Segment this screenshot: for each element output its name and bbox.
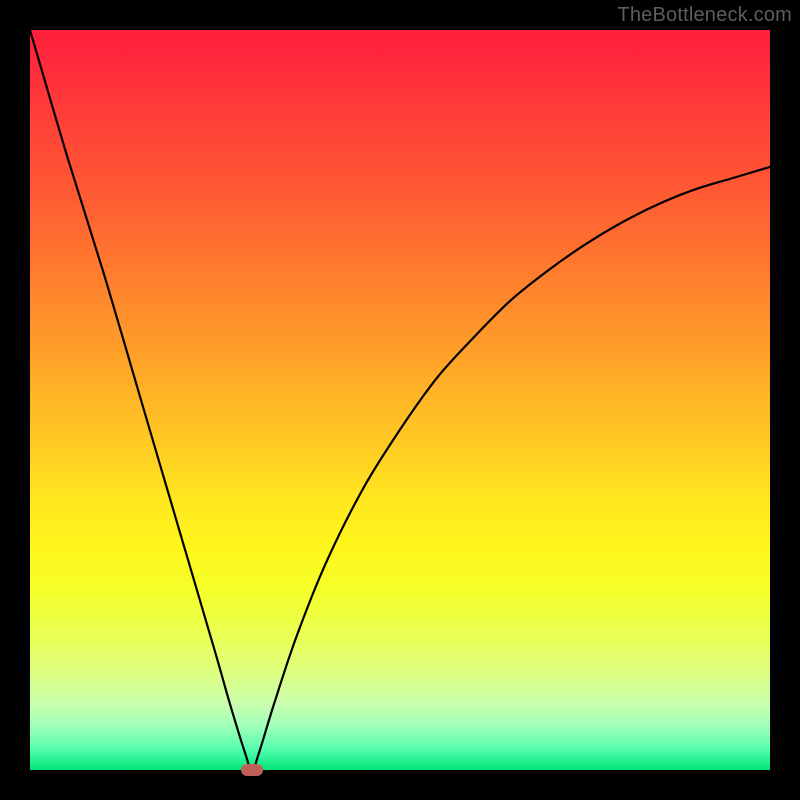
optimal-point-marker	[241, 764, 263, 776]
bottleneck-curve	[30, 30, 770, 770]
plot-area	[30, 30, 770, 770]
chart-frame: TheBottleneck.com	[0, 0, 800, 800]
watermark-text: TheBottleneck.com	[617, 4, 792, 27]
